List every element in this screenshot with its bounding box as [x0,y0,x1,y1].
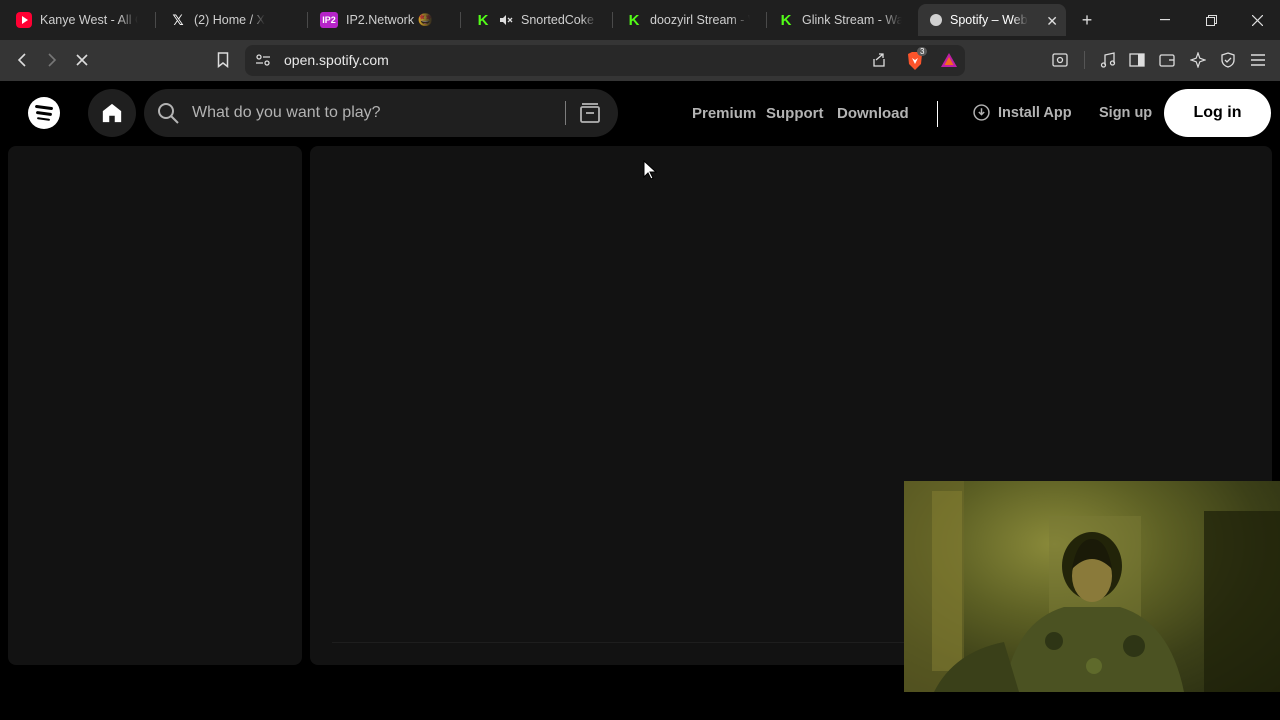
tab-separator [460,12,461,28]
share-icon[interactable] [871,52,887,73]
brave-rewards-icon[interactable] [940,52,958,73]
tab-title: SnortedCoke St [521,13,597,27]
logo-wave [36,117,51,122]
bookmark-icon [217,52,229,68]
support-link[interactable]: Support [766,105,824,122]
search-bar [144,89,618,137]
tab-title: doozyirl Stream - W [650,13,750,27]
restore-button[interactable] [1196,8,1226,32]
sidebar-button[interactable] [1124,48,1150,72]
mouse-cursor-icon [643,159,658,185]
kick-icon: K [477,11,489,29]
search-input[interactable] [192,89,562,137]
search-divider [565,101,566,125]
home-icon [102,103,122,123]
tab-ip2-network[interactable]: IP2 IP2.Network 🤩 [308,4,454,36]
music-note-icon [1100,52,1116,68]
media-button[interactable] [1095,48,1121,72]
content-divider [332,642,932,643]
url-text: open.spotify.com [284,52,389,68]
vpn-button[interactable] [1215,48,1241,72]
address-bar[interactable]: open.spotify.com [245,45,965,76]
log-in-button[interactable]: Log in [1164,89,1271,137]
close-icon [76,54,88,66]
browser-tab-strip: Kanye West - All Of 𝕏 (2) Home / X IP2 I… [0,0,1280,40]
minimize-button[interactable] [1150,8,1180,32]
tab-spotify[interactable]: Spotify – Web ✕ [918,4,1066,36]
sidebar-icon [1129,53,1145,67]
home-button[interactable] [88,89,136,137]
tab-youtube[interactable]: Kanye West - All Of [4,4,150,36]
spotify-icon [930,14,942,26]
chevron-right-icon [48,53,57,67]
logo-wave [35,110,53,116]
bookmark-button[interactable] [210,48,236,72]
browse-button[interactable] [578,101,602,130]
tab-title: Spotify – Web [950,13,1028,27]
nav-divider [937,101,938,127]
tab-title: Kanye West - All Of [40,13,138,27]
x-icon: 𝕏 [172,11,184,28]
webcam-overlay [904,481,1280,692]
kick-icon: K [780,11,792,29]
forward-button[interactable] [39,48,65,72]
browser-toolbar: open.spotify.com 3 [0,40,1280,81]
close-window-button[interactable] [1242,8,1272,32]
spotify-logo[interactable] [28,97,60,129]
stop-loading-button[interactable] [69,48,95,72]
logo-wave [34,104,54,111]
toolbar-divider [1084,51,1085,69]
screenshot-icon [1052,53,1068,67]
close-tab-icon[interactable]: ✕ [1046,13,1058,30]
hamburger-menu-icon [1251,54,1265,66]
back-button[interactable] [9,48,35,72]
youtube-icon [16,12,32,28]
sign-up-button[interactable]: Sign up [1099,105,1152,121]
reader-mode-button[interactable] [1047,48,1073,72]
download-link[interactable]: Download [837,105,909,122]
webcam-image [904,481,1280,692]
ip2-icon: IP2 [320,12,338,28]
sparkle-icon [1190,52,1206,68]
wallet-icon [1159,54,1175,67]
download-circle-icon [973,104,990,121]
tab-separator [155,12,156,28]
browse-icon [580,103,600,123]
install-app-button[interactable]: Install App [973,104,1072,121]
site-settings-icon[interactable] [255,53,271,72]
install-app-label: Install App [998,104,1072,121]
brave-shields-icon[interactable]: 3 [906,47,928,71]
chevron-left-icon [17,53,26,67]
tab-x-home[interactable]: 𝕏 (2) Home / X [158,4,304,36]
leo-ai-button[interactable] [1185,48,1211,72]
menu-button[interactable] [1245,48,1271,72]
tab-title: (2) Home / X [194,13,265,27]
shields-count-badge: 3 [917,47,928,56]
tab-glink[interactable]: K Glink Stream - Wat [766,4,914,36]
library-panel [8,146,302,665]
tab-separator [612,12,613,28]
search-icon[interactable] [156,101,180,130]
tab-snortedcoke[interactable]: K SnortedCoke St [463,4,609,36]
tab-doozyirl[interactable]: K doozyirl Stream - W [614,4,764,36]
muted-speaker-icon[interactable] [499,13,513,27]
kick-icon: K [628,11,640,29]
tab-title: Glink Stream - Wat [802,13,902,27]
tab-title: IP2.Network 🤩 [346,12,434,27]
wallet-button[interactable] [1154,48,1180,72]
shield-icon [1221,52,1235,68]
premium-link[interactable]: Premium [692,105,756,122]
new-tab-button[interactable]: + [1072,8,1102,32]
